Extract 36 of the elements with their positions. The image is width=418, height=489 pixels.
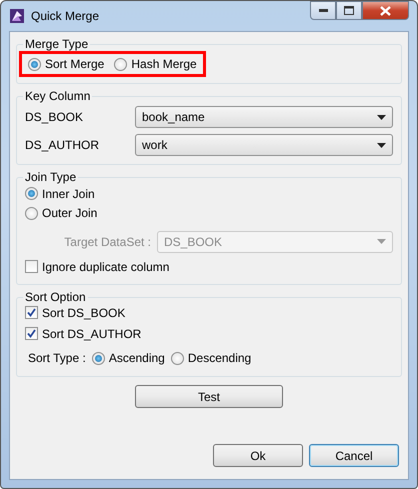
field-label: Target DataSet : (63, 234, 152, 250)
dropdown[interactable]: work (135, 134, 393, 156)
checkbox-option[interactable]: Sort DS_AUTHOR (25, 326, 142, 342)
field-label: DS_AUTHOR (25, 137, 100, 154)
radio-option[interactable]: Hash Merge (114, 56, 197, 72)
checkbox-option[interactable]: Sort DS_BOOK (25, 304, 126, 320)
ok-button[interactable]: Ok (213, 444, 303, 467)
test-button[interactable]: Test (135, 385, 283, 408)
radio-option[interactable]: Outer Join (25, 205, 98, 221)
close-icon (380, 6, 391, 16)
caret-icon (377, 239, 386, 244)
group-title: Join Type (24, 170, 78, 184)
app-icon (9, 8, 25, 24)
group-title: Merge Type (24, 37, 90, 51)
group-title: Sort Option (24, 290, 87, 304)
checkmark-icon (27, 308, 36, 317)
minimize-icon (318, 9, 328, 12)
window-title: Quick Merge (31, 8, 100, 25)
dropdown: DS_BOOK (157, 230, 393, 252)
minimize-button[interactable] (310, 1, 336, 20)
cancel-button[interactable]: Cancel (309, 444, 399, 467)
radio-option[interactable]: Inner Join (25, 186, 95, 202)
maximize-button[interactable] (336, 1, 362, 20)
close-button[interactable] (362, 1, 409, 20)
caret-icon (377, 114, 386, 120)
maximize-icon (344, 6, 354, 15)
radio-option[interactable]: Descending (170, 350, 252, 366)
dropdown[interactable]: book_name (135, 106, 393, 128)
radio-option[interactable]: Sort Merge (28, 56, 104, 72)
field-label: DS_BOOK (25, 109, 84, 126)
checkbox-option[interactable]: Ignore duplicate column (25, 258, 170, 274)
caret-icon (377, 142, 386, 148)
radio-option[interactable]: Ascending (92, 350, 165, 366)
group-title: Key Column (24, 89, 92, 103)
field-label: Sort Type : (28, 350, 86, 367)
checkmark-icon (27, 329, 36, 338)
